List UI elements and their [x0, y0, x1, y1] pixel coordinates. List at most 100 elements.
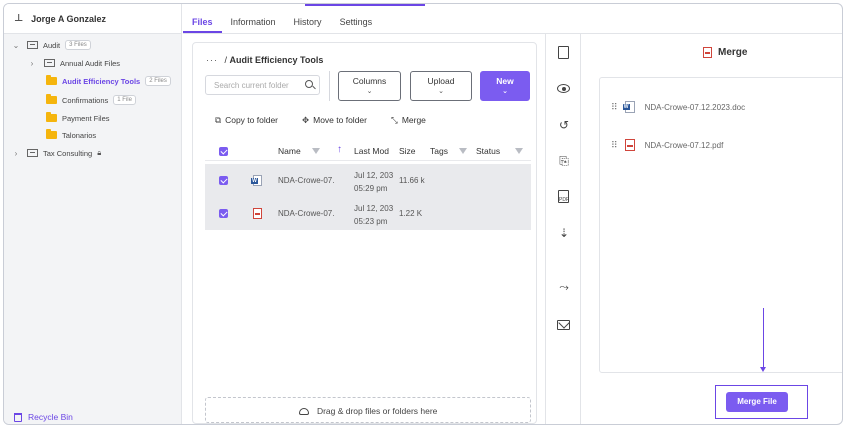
- tree-item-audit-efficiency-tools[interactable]: Audit Efficiency Tools 2 Files: [46, 73, 171, 89]
- tree-item-confirmations[interactable]: Confirmations 1 File: [46, 92, 136, 108]
- tab-information[interactable]: Information: [222, 17, 285, 33]
- filter-icon[interactable]: [459, 148, 467, 154]
- chevron-right-icon[interactable]: ›: [12, 149, 20, 158]
- tree-item-payment-files[interactable]: Payment Files: [46, 110, 110, 126]
- drag-handle-icon[interactable]: ⠿: [611, 140, 618, 151]
- tree-item-talonarios[interactable]: Talonarios: [46, 127, 96, 143]
- move-to-folder-button[interactable]: ✥ Move to folder: [302, 115, 367, 126]
- action-rail: ↺ ⎘ PDF ⇣ ⤳: [545, 34, 581, 424]
- divider: [329, 71, 330, 101]
- breadcrumb: ··· / Audit Efficiency Tools: [206, 55, 323, 65]
- tree-item-audit[interactable]: ⌄ Audit 3 Files: [12, 37, 91, 53]
- merge-panel-title: Merge: [703, 47, 747, 58]
- chevron-down-icon[interactable]: ⌄: [12, 41, 20, 50]
- cabinet-icon: [27, 41, 38, 49]
- date-text: Jul 12, 203: [354, 204, 394, 213]
- tree-item-label: Audit Efficiency Tools: [62, 76, 141, 86]
- file-info-icon[interactable]: [558, 46, 569, 59]
- drop-zone[interactable]: Drag & drop files or folders here: [205, 397, 531, 423]
- client-name: Jorge A Gonzalez: [31, 13, 106, 24]
- breadcrumb-more[interactable]: ···: [206, 55, 218, 65]
- annotation-arrow: [763, 308, 764, 370]
- file-name[interactable]: NDA-Crowe-07.: [278, 176, 334, 185]
- filter-icon[interactable]: [312, 148, 320, 154]
- merge-label: Merge: [401, 115, 426, 125]
- file-browser-panel: ··· / Audit Efficiency Tools Search curr…: [192, 42, 537, 424]
- folder-icon: [46, 112, 57, 122]
- recycle-bin-link[interactable]: Recycle Bin: [14, 412, 73, 422]
- tab-settings[interactable]: Settings: [331, 17, 382, 33]
- tab-files[interactable]: Files: [183, 17, 222, 33]
- merge-list-item[interactable]: ⠿ NDA-Crowe-07.12.2023.doc: [611, 101, 745, 113]
- chevron-down-icon: ⌄: [366, 88, 373, 95]
- time-text: 05:23 pm: [354, 217, 388, 226]
- merge-icon: ⤡: [391, 115, 398, 125]
- file-size: 1.22 K: [399, 209, 423, 218]
- upload-button[interactable]: Upload ⌄: [410, 71, 472, 101]
- tab-bar: Files Information History Settings: [183, 4, 842, 34]
- new-label: New: [496, 76, 514, 86]
- select-all-checkbox[interactable]: [219, 147, 228, 156]
- folder-icon: [46, 94, 57, 104]
- cabinet-icon: [44, 59, 55, 67]
- search-placeholder: Search current folder: [214, 81, 289, 90]
- tree-item-annual-audit-files[interactable]: › Annual Audit Files: [28, 55, 120, 71]
- word-file-icon: [251, 175, 262, 186]
- drag-handle-icon[interactable]: ⠿: [611, 102, 618, 113]
- mail-icon[interactable]: [557, 320, 570, 330]
- tree-item-label: Talonarios: [62, 130, 97, 140]
- file-name[interactable]: NDA-Crowe-07.: [278, 209, 334, 218]
- history-icon[interactable]: ↺: [557, 118, 571, 132]
- recycle-bin-label: Recycle Bin: [28, 412, 73, 422]
- chevron-right-icon[interactable]: ›: [28, 59, 36, 68]
- merge-arrow-icon[interactable]: ⤳: [557, 280, 571, 294]
- chevron-down-icon: ⌄: [438, 88, 444, 95]
- file-count-badge: 3 Files: [65, 40, 91, 50]
- word-file-icon: [622, 101, 635, 113]
- modified-date: Jul 12, 203 05:23 pm: [354, 202, 393, 228]
- tree-item-label: Tax Consulting: [43, 148, 93, 158]
- column-name[interactable]: Name: [278, 146, 301, 156]
- file-convert-icon[interactable]: ⎘: [557, 154, 571, 168]
- new-button[interactable]: New ⌄: [480, 71, 530, 101]
- copy-to-folder-button[interactable]: ⧉ Copy to folder: [215, 115, 278, 126]
- date-text: Jul 12, 203: [354, 171, 394, 180]
- column-status[interactable]: Status: [476, 146, 500, 156]
- search-icon[interactable]: [305, 80, 313, 88]
- eye-icon[interactable]: [557, 84, 570, 93]
- merge-file-button[interactable]: Merge File: [726, 392, 788, 412]
- tree-item-label: Payment Files: [62, 113, 110, 123]
- copy-label: Copy to folder: [225, 115, 278, 125]
- folder-icon: [46, 129, 57, 139]
- column-last-modified[interactable]: Last Mod: [354, 146, 389, 156]
- table-row[interactable]: NDA-Crowe-07. Jul 12, 203 05:29 pm 11.66 …: [205, 164, 531, 197]
- file-count-badge: 2 Files: [145, 76, 171, 86]
- sort-download-icon[interactable]: ⇣: [557, 226, 571, 240]
- tree-item-tax-consulting[interactable]: › Tax Consulting 🔒︎: [12, 145, 102, 161]
- tab-accent-line: [305, 4, 425, 6]
- modified-date: Jul 12, 203 05:29 pm: [354, 169, 393, 195]
- row-checkbox[interactable]: [219, 209, 228, 218]
- tab-history[interactable]: History: [285, 17, 331, 33]
- columns-button[interactable]: Columns ⌄: [338, 71, 401, 101]
- app-window: ⊥ Jorge A Gonzalez ⌄ Audit 3 Files › Ann…: [3, 3, 843, 425]
- client-header: ⊥ Jorge A Gonzalez: [4, 4, 181, 34]
- sort-up-icon[interactable]: ↑: [337, 144, 342, 155]
- table-row[interactable]: NDA-Crowe-07. Jul 12, 203 05:23 pm 1.22 K: [205, 197, 531, 230]
- merge-list-item[interactable]: ⠿ NDA-Crowe-07.12.pdf: [611, 139, 723, 151]
- search-input[interactable]: Search current folder: [205, 75, 320, 95]
- row-checkbox[interactable]: [219, 176, 228, 185]
- cabinet-icon: [27, 149, 38, 157]
- pdf-icon[interactable]: PDF: [558, 190, 569, 203]
- filter-icon[interactable]: [515, 148, 523, 154]
- pin-icon[interactable]: ⊥: [14, 13, 23, 24]
- merge-action-button[interactable]: ⤡ Merge: [391, 115, 426, 126]
- columns-label: Columns: [352, 76, 387, 86]
- column-tags[interactable]: Tags: [430, 146, 448, 156]
- file-size: 11.66 k: [399, 176, 425, 185]
- table-header: Name ↑ Last Mod Size Tags Status: [205, 141, 531, 161]
- lock-icon: 🔒︎: [97, 148, 102, 157]
- pdf-icon: [703, 47, 712, 58]
- column-size[interactable]: Size: [399, 146, 416, 156]
- folder-open-icon: [46, 75, 57, 85]
